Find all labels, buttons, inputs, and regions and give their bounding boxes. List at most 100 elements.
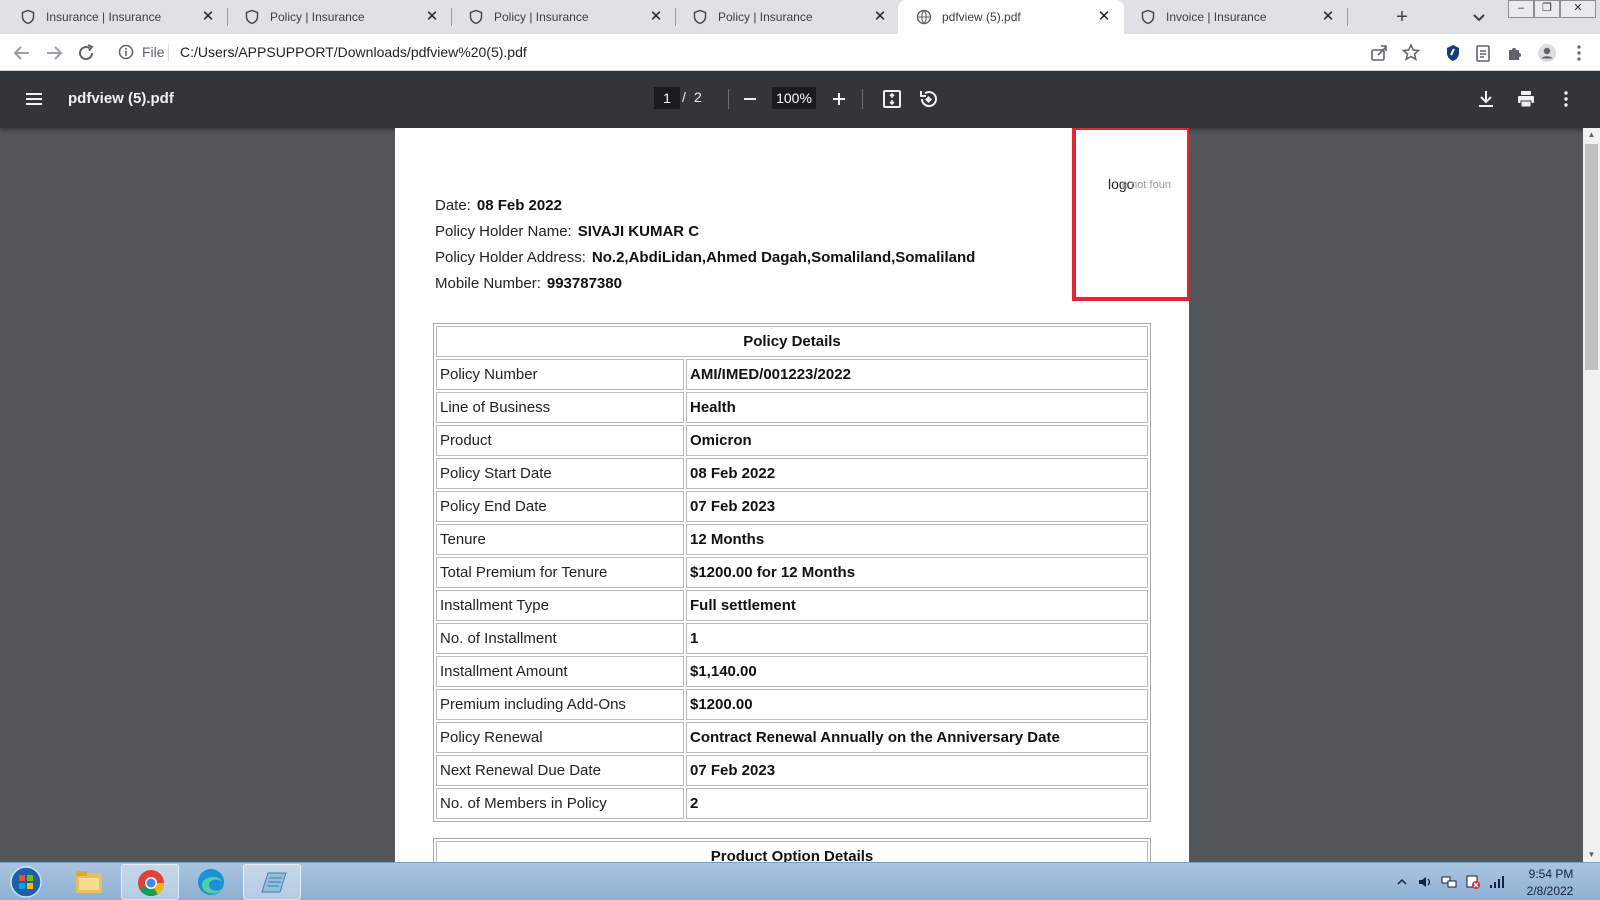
tab-close-icon[interactable]: ✕ xyxy=(872,9,888,25)
globe-icon xyxy=(916,9,932,25)
table-row: Total Premium for Tenure $1200.00 for 12 … xyxy=(436,557,1148,588)
taskbar-app[interactable] xyxy=(243,864,301,900)
row-value: Contract Renewal Annually on the Anniver… xyxy=(686,722,1148,753)
browser-tab[interactable]: Policy | Insurance ✕ xyxy=(450,0,676,34)
zoom-out-icon[interactable] xyxy=(738,87,762,111)
logo-highlight-box: logo e not foun xyxy=(1072,128,1189,301)
shield-icon xyxy=(469,9,483,25)
table-row: No. of Members in Policy 2 xyxy=(436,788,1148,819)
tab-close-icon[interactable]: ✕ xyxy=(1320,9,1336,25)
row-label: Next Renewal Due Date xyxy=(436,755,684,786)
taskbar-file-explorer[interactable] xyxy=(60,864,118,900)
row-label: Premium including Add-Ons xyxy=(436,689,684,720)
zoom-level-input[interactable]: 100% xyxy=(772,87,816,109)
back-icon[interactable] xyxy=(10,41,34,65)
header-line: Mobile Number: 993787380 xyxy=(435,275,622,292)
print-icon[interactable] xyxy=(1514,87,1538,111)
table-row: Line of Business Health xyxy=(436,392,1148,423)
table-row: Installment Type Full settlement xyxy=(436,590,1148,621)
extension-shield-icon[interactable] xyxy=(1441,41,1465,65)
zoom-in-icon[interactable] xyxy=(827,87,851,111)
info-icon[interactable] xyxy=(118,44,134,60)
tab-title: pdfview (5).pdf xyxy=(942,10,1021,24)
tab-search-icon[interactable] xyxy=(1468,6,1490,28)
close-window-button[interactable]: ✕ xyxy=(1560,0,1596,18)
scroll-up-arrow-icon[interactable]: ▲ xyxy=(1583,128,1600,142)
browser-tab[interactable]: Policy | Insurance ✕ xyxy=(674,0,900,34)
scrollbar-thumb[interactable] xyxy=(1585,144,1598,370)
tab-close-icon[interactable]: ✕ xyxy=(1096,9,1112,25)
policy-details-title: Policy Details xyxy=(436,326,1148,357)
page-number-input[interactable]: 1 xyxy=(654,87,680,109)
action-center-icon[interactable] xyxy=(1464,873,1482,891)
share-icon[interactable] xyxy=(1367,41,1391,65)
clock-date[interactable]: 2/8/2022 xyxy=(1522,884,1578,898)
browser-toolbar: File C:/Users/APPSUPPORT/Downloads/pdfvi… xyxy=(0,34,1600,71)
row-label: Product xyxy=(436,425,684,456)
download-icon[interactable] xyxy=(1474,87,1498,111)
clipboard-extension-icon[interactable] xyxy=(1471,41,1495,65)
product-option-table: Product Option Details xyxy=(433,838,1151,862)
tray-expand-icon[interactable] xyxy=(1393,873,1411,891)
bookmark-star-icon[interactable] xyxy=(1399,41,1423,65)
extensions-puzzle-icon[interactable] xyxy=(1503,41,1527,65)
tab-title: Policy | Insurance xyxy=(270,10,365,24)
profile-avatar-icon[interactable] xyxy=(1535,41,1559,65)
tab-close-icon[interactable]: ✕ xyxy=(648,9,664,25)
header-value: 08 Feb 2022 xyxy=(476,197,562,214)
url-text[interactable]: C:/Users/APPSUPPORT/Downloads/pdfview%20… xyxy=(180,44,527,60)
table-row: Policy End Date 07 Feb 2023 xyxy=(436,491,1148,522)
row-value: $1200.00 xyxy=(686,689,1148,720)
pdf-title: pdfview (5).pdf xyxy=(68,90,174,107)
volume-icon[interactable] xyxy=(1416,873,1434,891)
row-value: AMI/IMED/001223/2022 xyxy=(686,359,1148,390)
tab-close-icon[interactable]: ✕ xyxy=(424,9,440,25)
network-icon[interactable] xyxy=(1440,873,1458,891)
row-value: $1200.00 for 12 Months xyxy=(686,557,1148,588)
row-value: Omicron xyxy=(686,425,1148,456)
windows-taskbar: 9:54 PM 2/8/2022 xyxy=(0,862,1600,900)
vertical-scrollbar[interactable]: ▲ ▼ xyxy=(1583,128,1600,862)
forward-icon[interactable] xyxy=(42,41,66,65)
product-option-title: Product Option Details xyxy=(436,841,1148,862)
tab-title: Policy | Insurance xyxy=(718,10,813,24)
address-bar[interactable]: File C:/Users/APPSUPPORT/Downloads/pdfvi… xyxy=(110,38,1415,67)
scroll-down-arrow-icon[interactable]: ▼ xyxy=(1583,848,1600,862)
taskbar-chrome[interactable] xyxy=(121,864,179,900)
reload-icon[interactable] xyxy=(74,41,98,65)
header-line: Policy Holder Address: No.2,AbdiLidan,Ahm… xyxy=(435,249,975,266)
tab-title: Policy | Insurance xyxy=(494,10,589,24)
browser-tab[interactable]: Policy | Insurance ✕ xyxy=(226,0,452,34)
header-value: 993787380 xyxy=(546,275,622,292)
row-value: $1,140.00 xyxy=(686,656,1148,687)
maximize-button[interactable]: ❐ xyxy=(1534,0,1560,18)
table-row: Premium including Add-Ons $1200.00 xyxy=(436,689,1148,720)
row-label: Line of Business xyxy=(436,392,684,423)
table-row: Policy Start Date 08 Feb 2022 xyxy=(436,458,1148,489)
tab-close-icon[interactable]: ✕ xyxy=(200,9,216,25)
omnibox-divider xyxy=(168,44,169,61)
clock-time[interactable]: 9:54 PM xyxy=(1526,867,1576,881)
header-line: Date: 08 Feb 2022 xyxy=(435,197,562,214)
row-value: Health xyxy=(686,392,1148,423)
row-value: 07 Feb 2023 xyxy=(686,755,1148,786)
browser-menu-icon[interactable] xyxy=(1567,41,1591,65)
start-button-icon[interactable] xyxy=(6,865,46,899)
taskbar-edge[interactable] xyxy=(182,864,240,900)
pdf-toolbar: pdfview (5).pdf 1 / 2 100% xyxy=(0,71,1600,128)
policy-details-table: Policy Details Policy Number AMI/IMED/001… xyxy=(433,323,1151,822)
rotate-icon[interactable] xyxy=(916,87,940,111)
pdf-more-options-icon[interactable] xyxy=(1554,87,1578,111)
tab-title: Invoice | Insurance xyxy=(1166,10,1267,24)
browser-tab[interactable]: pdfview (5).pdf ✕ xyxy=(898,0,1124,34)
browser-tab[interactable]: Invoice | Insurance ✕ xyxy=(1122,0,1348,34)
minimize-button[interactable]: – xyxy=(1508,0,1534,18)
table-row: No. of Installment 1 xyxy=(436,623,1148,654)
new-tab-button[interactable]: + xyxy=(1390,5,1414,29)
notepad-icon xyxy=(261,872,287,893)
total-pages: 2 xyxy=(694,89,702,105)
fit-to-page-icon[interactable] xyxy=(880,87,904,111)
signal-strength-icon[interactable] xyxy=(1488,873,1506,891)
pdf-sidebar-menu-icon[interactable] xyxy=(22,87,46,111)
browser-tab[interactable]: Insurance | Insurance ✕ xyxy=(2,0,228,34)
